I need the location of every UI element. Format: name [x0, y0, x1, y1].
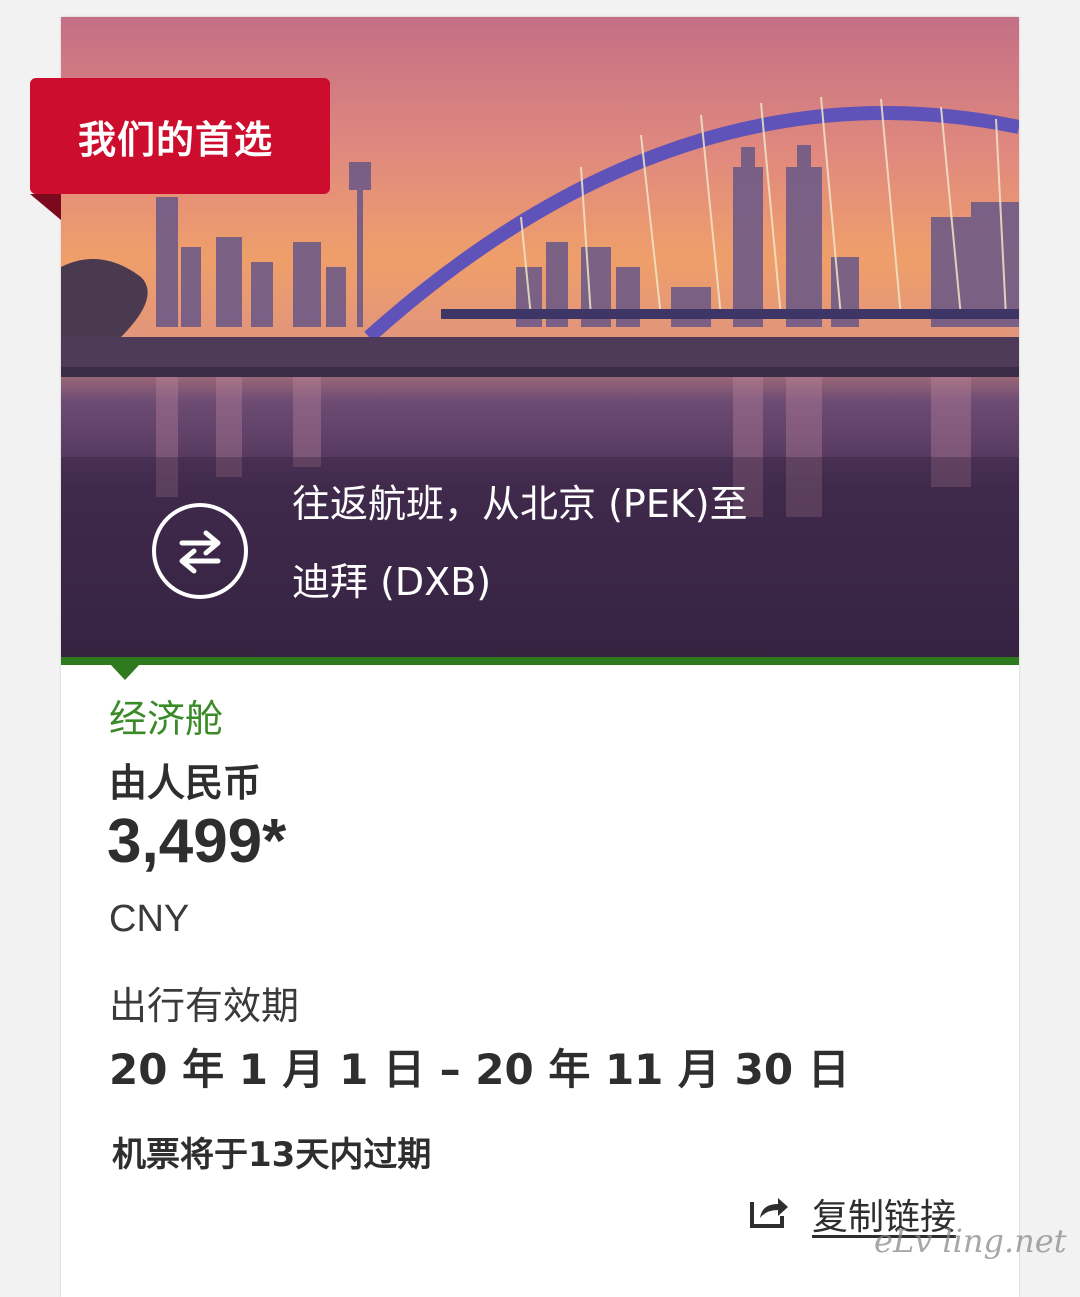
fare-price: 3,499*: [107, 807, 287, 876]
round-trip-arrows-icon: [150, 501, 250, 601]
validity-range: 20 年 1 月 1 日 – 20 年 11 月 30 日: [109, 1045, 850, 1094]
featured-badge: 我们的首选: [30, 78, 330, 194]
validity-label: 出行有效期: [109, 984, 300, 1028]
route-line-2: 迪拜 (DXB): [292, 560, 492, 604]
route-description: 往返航班，从北京 (PEK)至 迪拜 (DXB): [292, 465, 892, 621]
cabin-accent-bar: [61, 657, 1019, 665]
price-from-label: 由人民币: [109, 761, 262, 805]
route-line-1: 往返航班，从北京 (PEK)至: [292, 482, 748, 526]
cabin-accent-notch: [110, 664, 140, 680]
share-icon[interactable]: [748, 1190, 790, 1230]
badge-fold-shadow: [30, 194, 61, 220]
currency-code: CNY: [109, 898, 190, 940]
cabin-class: 经济舱: [109, 697, 224, 741]
expiry-note: 机票将于13天内过期: [112, 1135, 432, 1175]
watermark: eLv ling.net: [874, 1222, 1067, 1260]
